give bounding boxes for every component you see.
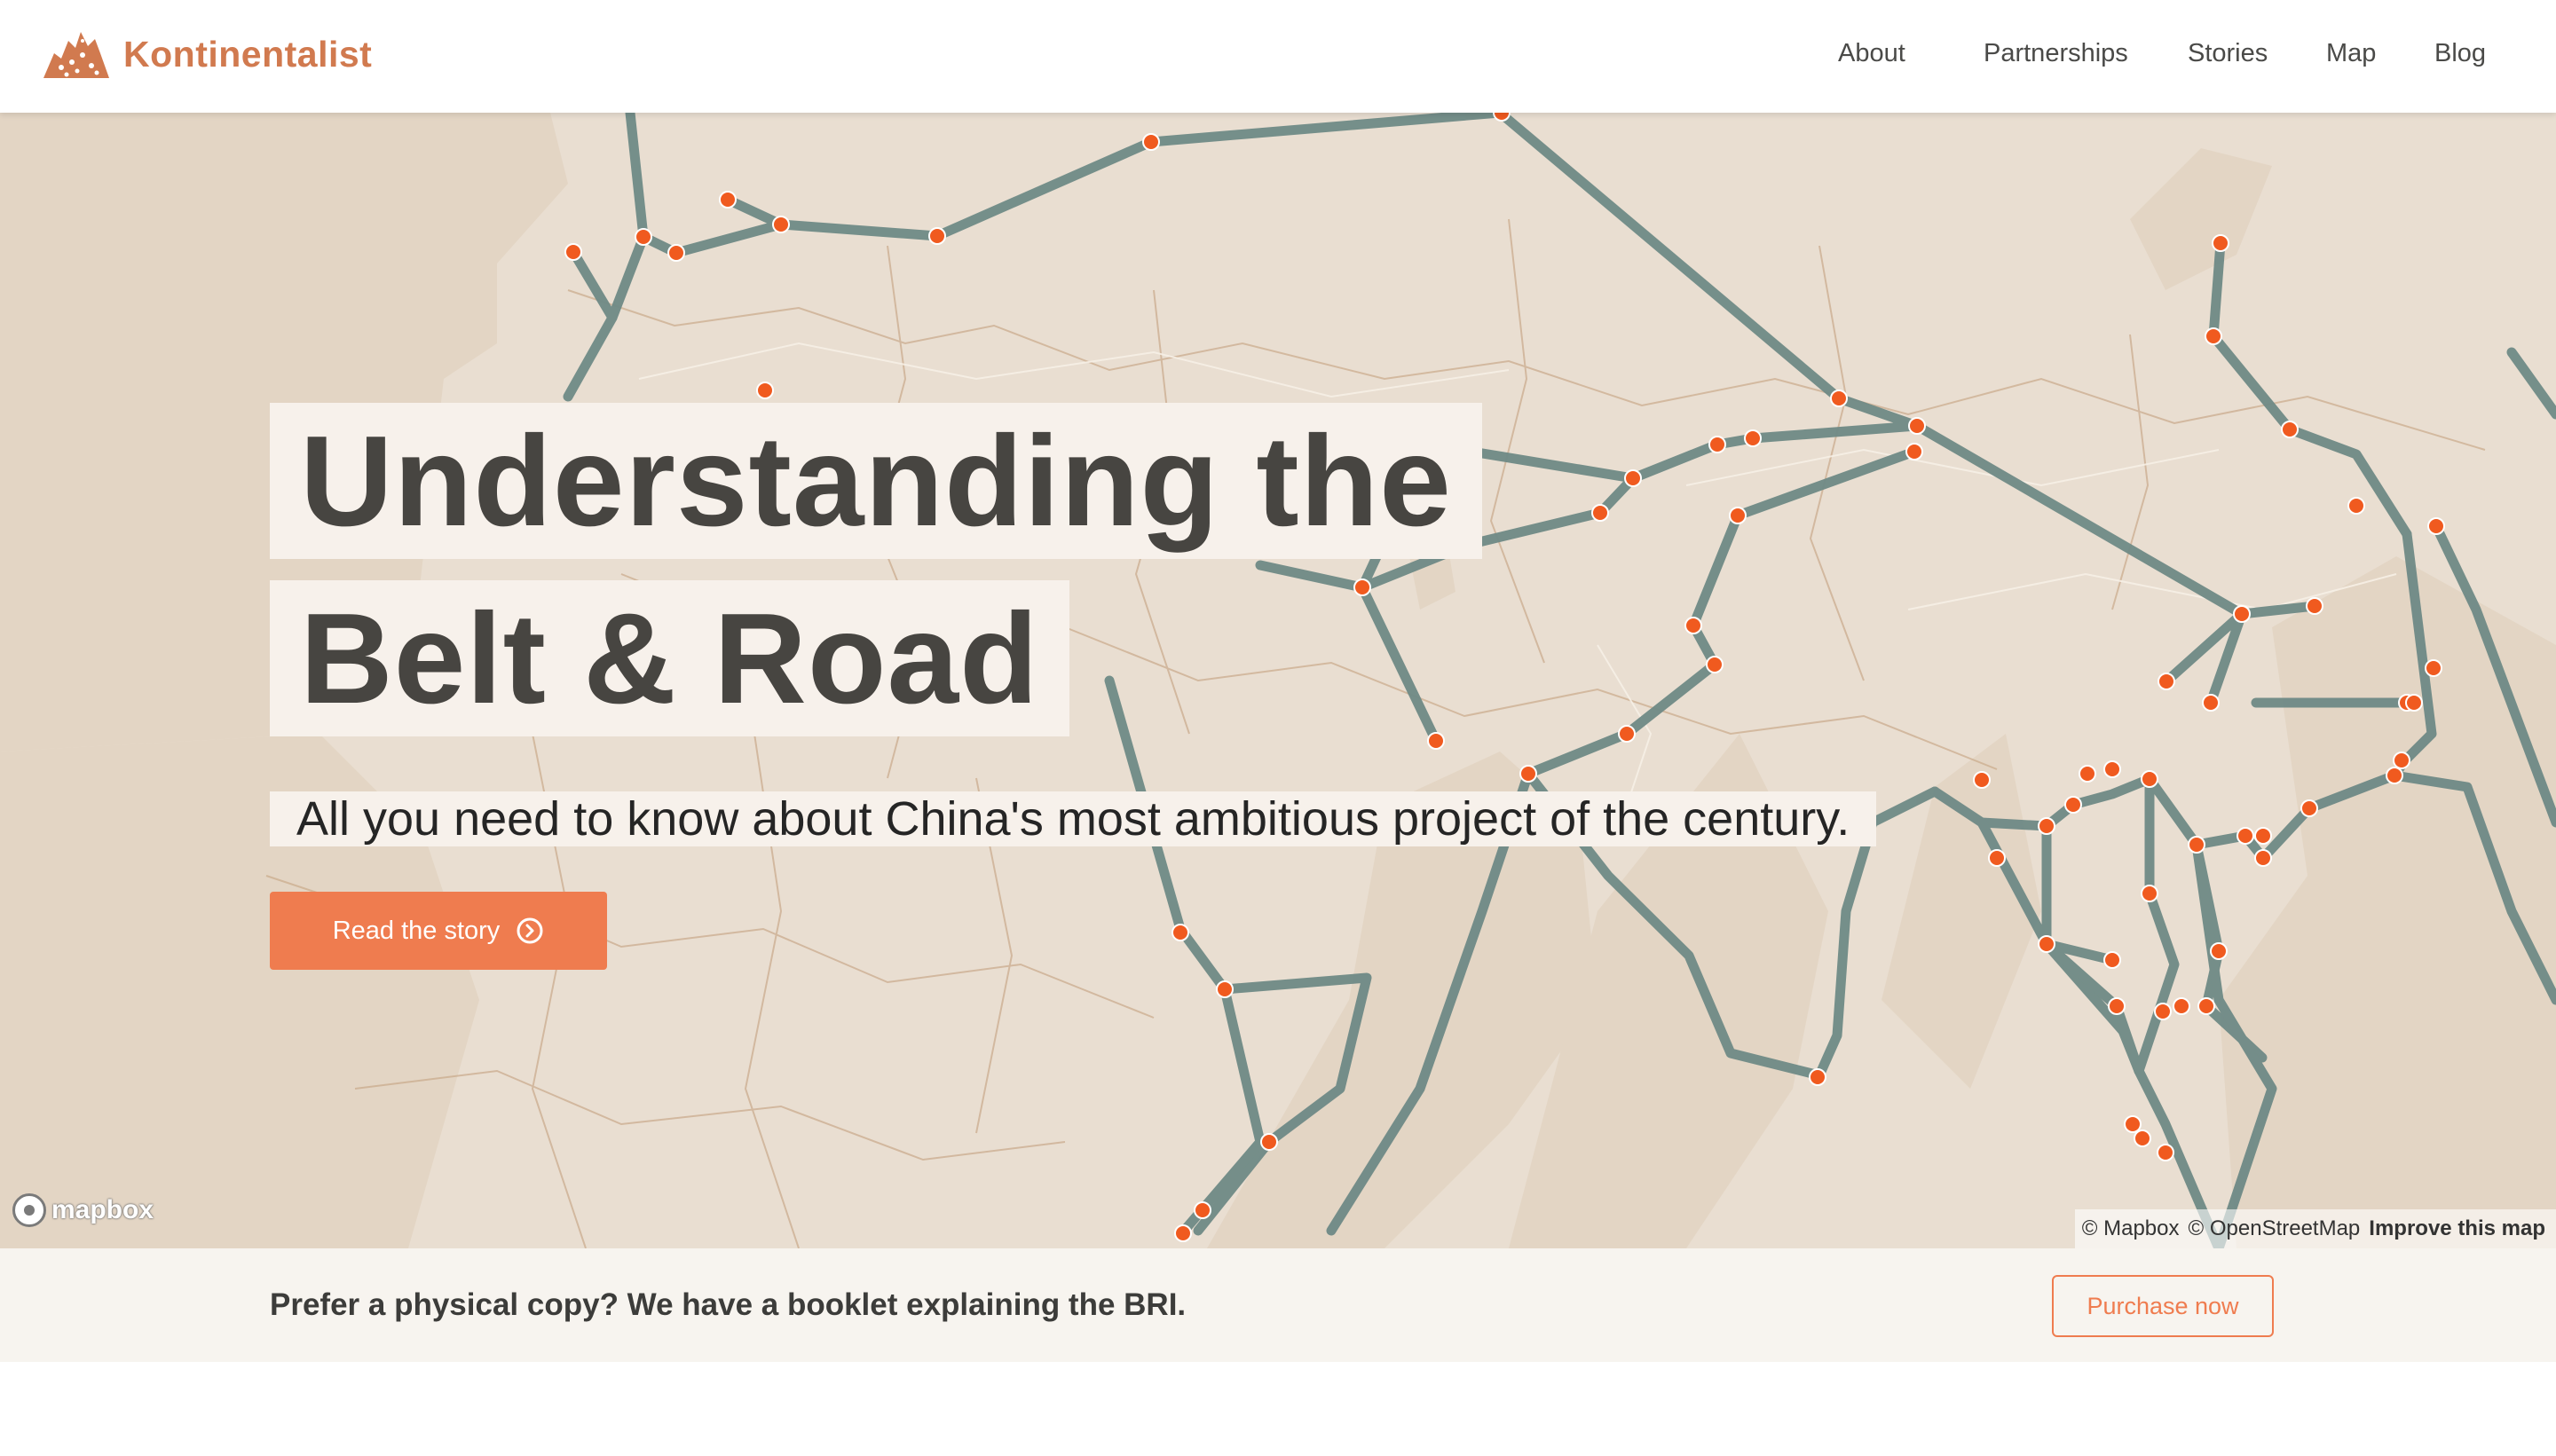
hero-map[interactable]: Understanding the Belt & Road All you ne… [0, 113, 2556, 1248]
brand-name: Kontinentalist [123, 33, 373, 75]
nav-partnerships[interactable]: Partnerships [1984, 39, 2128, 68]
nav-blog[interactable]: Blog [2434, 39, 2486, 68]
read-story-button[interactable]: Read the story [270, 892, 607, 970]
read-story-label: Read the story [332, 916, 501, 945]
circle-chevron-right-icon [517, 917, 543, 944]
hero-subtitle: All you need to know about China's most … [270, 791, 1877, 846]
booklet-banner: Prefer a physical copy? We have a bookle… [0, 1248, 2556, 1362]
hero-title-line-1: Understanding the [270, 403, 1482, 559]
brand-home-link[interactable]: Kontinentalist [42, 23, 372, 85]
nav-about[interactable]: About [1838, 39, 1905, 68]
mapbox-wordmark: mapbox [51, 1195, 154, 1224]
map-attribution: © Mapbox © OpenStreetMap Improve this ma… [2074, 1209, 2556, 1248]
mapbox-logo[interactable]: mapbox [12, 1193, 154, 1227]
booklet-text: Prefer a physical copy? We have a bookle… [270, 1287, 1187, 1322]
mapbox-mark-icon [12, 1193, 46, 1227]
site-header: Kontinentalist About Partnerships Storie… [0, 0, 2556, 113]
kontinentalist-logo-icon [43, 32, 109, 78]
purchase-now-button[interactable]: Purchase now [2052, 1275, 2274, 1337]
improve-map-link[interactable]: Improve this map [2369, 1216, 2545, 1241]
attribution-osm-link[interactable]: © OpenStreetMap [2189, 1216, 2361, 1241]
nav-stories[interactable]: Stories [2188, 39, 2268, 68]
attribution-mapbox-link[interactable]: © Mapbox [2082, 1216, 2180, 1241]
hero-title-line-2: Belt & Road [270, 580, 1069, 736]
nav-map[interactable]: Map [2326, 39, 2376, 68]
